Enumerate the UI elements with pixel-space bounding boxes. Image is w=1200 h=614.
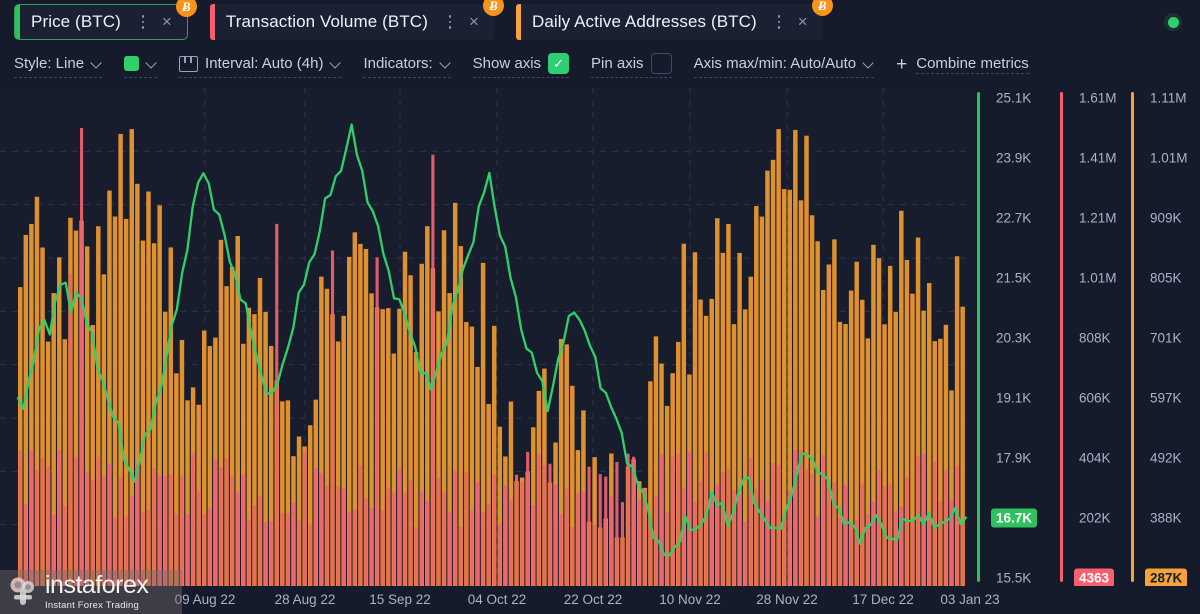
pin-axis-checkbox[interactable] — [650, 53, 672, 74]
tab-label: Price (BTC) — [31, 12, 121, 31]
axis-minmax-label: Axis max/min: Auto/Auto — [693, 55, 857, 72]
tab-menu-icon[interactable] — [442, 11, 458, 33]
axis-tick-label: 597K — [1150, 390, 1182, 406]
axis-tick-label: 1.41M — [1079, 150, 1117, 166]
chart-area: 25.1K 23.9K 22.7K 21.5K 20.3K 19.1K 17.9K 16.7K… — [0, 88, 1200, 588]
axis-tick-label: 492K — [1150, 450, 1182, 466]
x-axis-tick-label: 17 Dec 22 — [852, 592, 914, 607]
tab-label: Daily Active Addresses (BTC) — [531, 12, 757, 31]
indicators-selector[interactable]: Indicators: — [363, 52, 451, 78]
axis-tick-label: 17.9K — [996, 450, 1032, 466]
show-axis-toggle[interactable]: Show axis ✓ — [472, 52, 570, 78]
style-label: Style: Line — [14, 55, 85, 72]
axis-tick-label: 1.61M — [1079, 90, 1117, 106]
show-axis-label: Show axis — [472, 55, 542, 72]
x-axis-tick-label: 15 Sep 22 — [369, 592, 431, 607]
x-axis-tick-label: 04 Oct 22 — [467, 592, 527, 607]
chevron-down-icon — [440, 58, 451, 69]
axis-minmax-selector[interactable]: Axis max/min: Auto/Auto — [693, 52, 875, 78]
tab-menu-icon[interactable] — [771, 11, 787, 33]
metric-tab-bar: Price (BTC) × Ƀ Transaction Volume (BTC)… — [0, 0, 1200, 44]
y-axis-line-addresses — [1131, 92, 1134, 582]
x-axis-tick-label: 22 Oct 22 — [563, 592, 623, 607]
color-selector[interactable] — [124, 52, 158, 78]
axis-tick-label: 606K — [1079, 390, 1111, 406]
indicators-label: Indicators: — [363, 55, 433, 72]
combine-metrics-label: Combine metrics — [916, 54, 1029, 74]
chart-svg — [0, 88, 972, 586]
combine-metrics-button[interactable]: + Combine metrics — [896, 52, 1029, 78]
pin-axis-toggle[interactable]: Pin axis — [591, 52, 672, 78]
tab-daily-active-addresses-btc[interactable]: Daily Active Addresses (BTC) × Ƀ — [515, 0, 833, 40]
axis-tick-label: 20.3K — [996, 330, 1032, 346]
chart-toolbar: Style: Line Interval: Auto (4h) Indicato… — [0, 44, 1200, 86]
chevron-down-icon — [330, 58, 341, 69]
plus-icon: + — [896, 53, 908, 75]
axis-tick-label: 21.5K — [996, 270, 1032, 286]
tab-close-icon[interactable]: × — [462, 10, 486, 34]
x-axis-tick-label: 28 Nov 22 — [756, 592, 818, 607]
axis-tick-label: 202K — [1079, 510, 1111, 526]
tab-menu-icon[interactable] — [135, 11, 151, 33]
color-swatch-icon — [124, 56, 140, 71]
axis-tick-label: 287K — [1145, 568, 1188, 588]
x-axis-tick-label: 28 Aug 22 — [274, 592, 336, 607]
plot-canvas[interactable] — [0, 88, 972, 586]
axis-tick-label: 1.11M — [1150, 90, 1187, 106]
axis-tick-label: 701K — [1150, 330, 1182, 346]
axis-tick-label: 805K — [1150, 270, 1182, 286]
bitcoin-badge-icon: Ƀ — [811, 0, 833, 16]
y-axis-line-price — [977, 92, 980, 582]
connection-status-indicator — [1164, 13, 1182, 31]
interval-label: Interval: Auto (4h) — [205, 55, 324, 72]
x-axis: 09 Aug 22 28 Aug 22 15 Sep 22 04 Oct 22 22 O… — [0, 586, 1200, 614]
status-dot-icon — [1167, 16, 1179, 28]
axis-tick-label: 4363 — [1074, 568, 1115, 588]
y-axis-line-volume — [1060, 92, 1063, 582]
interval-icon — [179, 55, 199, 72]
x-axis-tick-label: 10 Nov 22 — [659, 592, 721, 607]
axis-tick-label: 404K — [1079, 450, 1111, 466]
tab-price-btc[interactable]: Price (BTC) × Ƀ — [14, 0, 197, 40]
axis-tick-label: 909K — [1150, 210, 1182, 226]
axis-tick-label: 1.01M — [1079, 270, 1117, 286]
axis-tick-label: 1.01M — [1150, 150, 1188, 166]
axis-tick-label: 15.5K — [996, 570, 1032, 586]
axis-tick-label: 19.1K — [996, 390, 1032, 406]
axis-tick-label: 23.9K — [996, 150, 1032, 166]
show-axis-checkbox[interactable]: ✓ — [548, 53, 570, 74]
axis-tick-label: 16.7K — [991, 508, 1038, 528]
pin-axis-label: Pin axis — [591, 55, 644, 72]
axis-tick-label: 808K — [1079, 330, 1111, 346]
bitcoin-badge-icon: Ƀ — [482, 0, 504, 16]
chevron-down-icon — [91, 58, 102, 69]
axis-tick-label: 22.7K — [996, 210, 1032, 226]
y-axes-panel: 25.1K 23.9K 22.7K 21.5K 20.3K 19.1K 17.9K 16.7K… — [972, 88, 1200, 588]
chevron-down-icon — [863, 58, 874, 69]
tab-transaction-volume-btc[interactable]: Transaction Volume (BTC) × Ƀ — [209, 0, 504, 40]
axis-tick-label: 388K — [1150, 510, 1182, 526]
bitcoin-badge-icon: Ƀ — [175, 0, 197, 17]
interval-selector[interactable]: Interval: Auto (4h) — [179, 52, 342, 78]
style-selector[interactable]: Style: Line — [14, 52, 103, 78]
trading-chart-app: Price (BTC) × Ƀ Transaction Volume (BTC)… — [0, 0, 1200, 614]
x-axis-tick-label: 09 Aug 22 — [174, 592, 236, 607]
tab-close-icon[interactable]: × — [791, 10, 815, 34]
axis-tick-label: 1.21M — [1079, 210, 1117, 226]
axis-tick-label: 25.1K — [996, 90, 1032, 106]
tab-label: Transaction Volume (BTC) — [225, 12, 428, 31]
x-axis-tick-label: 03 Jan 23 — [940, 592, 1000, 607]
tab-close-icon[interactable]: × — [155, 10, 179, 34]
chevron-down-icon — [146, 58, 157, 69]
